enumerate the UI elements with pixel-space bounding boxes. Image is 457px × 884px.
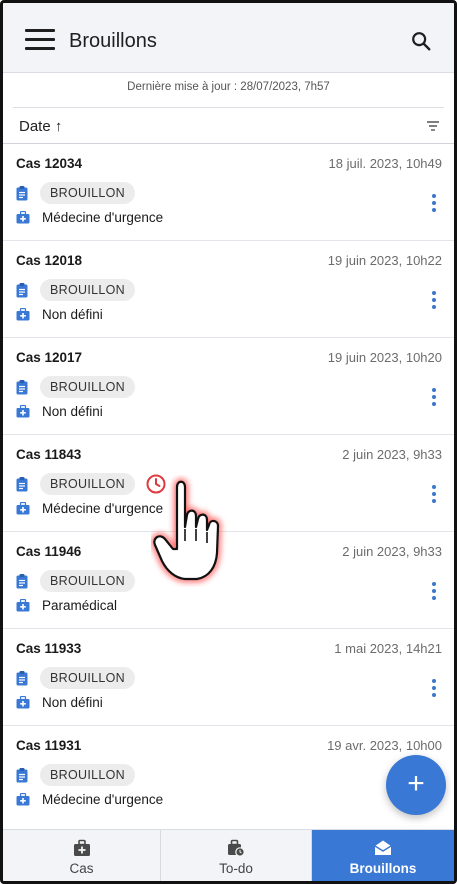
list-item[interactable]: Cas 12034 18 juil. 2023, 10h49 BROUILLON…: [3, 143, 454, 240]
list-item[interactable]: Cas 11946 2 juin 2023, 9h33 BROUILLON Pa…: [3, 531, 454, 628]
specialty-row: Non défini: [16, 404, 103, 419]
case-date: 1 mai 2023, 14h21: [334, 641, 442, 656]
medical-kit-icon: [16, 599, 30, 612]
list-item[interactable]: Cas 12017 19 juin 2023, 10h20 BROUILLON …: [3, 337, 454, 434]
list-item[interactable]: Cas 11931 19 avr. 2023, 10h00 BROUILLON …: [3, 725, 454, 822]
specialty-label: Non défini: [42, 404, 103, 419]
case-date: 2 juin 2023, 9h33: [342, 544, 442, 559]
specialty-row: Non défini: [16, 307, 103, 322]
search-icon[interactable]: [410, 30, 432, 52]
sort-by-date-button[interactable]: Date ↑: [19, 118, 62, 135]
status-badge: BROUILLON: [40, 570, 135, 592]
medical-kit-icon: [16, 405, 30, 418]
list-item[interactable]: Cas 12018 19 juin 2023, 10h22 BROUILLON …: [3, 240, 454, 337]
status-row: BROUILLON: [16, 473, 167, 495]
case-date: 2 juin 2023, 9h33: [342, 447, 442, 462]
sort-bar: Date ↑: [13, 107, 444, 140]
case-id: Cas 12018: [16, 253, 83, 268]
medical-kit-icon: [16, 696, 30, 709]
specialty-label: Médecine d'urgence: [42, 792, 164, 807]
clipboard-icon: [16, 767, 28, 782]
filter-icon[interactable]: [426, 120, 440, 132]
more-options-icon[interactable]: [432, 194, 438, 212]
app-bar: Brouillons: [3, 3, 454, 73]
specialty-row: Médecine d'urgence: [16, 501, 163, 516]
tab-cas[interactable]: Cas: [3, 830, 160, 881]
envelope-open-icon: [374, 839, 392, 857]
specialty-row: Non défini: [16, 695, 103, 710]
medical-kit-icon: [16, 502, 30, 515]
last-update-text: Dernière mise à jour : 28/07/2023, 7h57: [127, 81, 330, 93]
specialty-label: Paramédical: [42, 598, 118, 613]
clipboard-icon: [16, 670, 28, 685]
status-badge: BROUILLON: [40, 473, 135, 495]
more-options-icon[interactable]: [432, 679, 438, 697]
case-id: Cas 11933: [16, 641, 82, 656]
clipboard-icon: [16, 379, 28, 394]
page-title: Brouillons: [69, 30, 157, 52]
bottom-navigation: Cas To-do Brouillons: [3, 829, 454, 881]
status-badge: BROUILLON: [40, 182, 135, 204]
specialty-label: Médecine d'urgence: [42, 210, 164, 225]
more-options-icon[interactable]: [432, 485, 438, 503]
status-badge: BROUILLON: [40, 667, 135, 689]
status-row: BROUILLON: [16, 376, 135, 398]
status-badge: BROUILLON: [40, 279, 135, 301]
status-row: BROUILLON: [16, 667, 135, 689]
more-options-icon[interactable]: [432, 291, 438, 309]
clipboard-icon: [16, 282, 28, 297]
clipboard-icon: [16, 185, 28, 200]
case-id: Cas 11843: [16, 447, 82, 462]
add-case-button[interactable]: +: [386, 755, 446, 815]
specialty-row: Paramédical: [16, 598, 117, 613]
tab-todo[interactable]: To-do: [160, 830, 311, 881]
app-frame: Brouillons Dernière mise à jour : 28/07/…: [0, 0, 457, 884]
specialty-row: Médecine d'urgence: [16, 210, 163, 225]
kit-clock-icon: [227, 839, 245, 857]
case-id: Cas 11946: [16, 544, 82, 559]
status-row: BROUILLON: [16, 570, 135, 592]
specialty-label: Non défini: [42, 307, 103, 322]
medical-kit-icon: [16, 211, 30, 224]
specialty-label: Médecine d'urgence: [42, 501, 164, 516]
case-date: 19 juin 2023, 10h20: [327, 350, 442, 365]
list-item[interactable]: Cas 11843 2 juin 2023, 9h33 BROUILLON Mé…: [3, 434, 454, 531]
specialty-row: Médecine d'urgence: [16, 792, 163, 807]
tab-label: Cas: [69, 861, 94, 876]
case-id: Cas 11931: [16, 738, 82, 753]
case-id: Cas 12034: [16, 156, 83, 171]
tab-brouillons[interactable]: Brouillons: [311, 830, 454, 881]
status-row: BROUILLON: [16, 279, 135, 301]
drafts-list: Cas 12034 18 juil. 2023, 10h49 BROUILLON…: [3, 143, 454, 822]
case-date: 18 juil. 2023, 10h49: [328, 156, 442, 171]
status-badge: BROUILLON: [40, 764, 135, 786]
clock-alert-icon[interactable]: [145, 473, 167, 495]
specialty-label: Non défini: [42, 695, 103, 710]
status-row: BROUILLON: [16, 764, 135, 786]
case-date: 19 avr. 2023, 10h00: [327, 738, 442, 753]
tab-label: Brouillons: [349, 861, 417, 876]
more-options-icon[interactable]: [432, 388, 438, 406]
more-options-icon[interactable]: [432, 582, 438, 600]
status-badge: BROUILLON: [40, 376, 135, 398]
clipboard-icon: [16, 476, 28, 491]
tab-label: To-do: [219, 861, 253, 876]
hamburger-menu-icon[interactable]: [25, 29, 55, 51]
medical-kit-icon: [73, 839, 91, 857]
medical-kit-icon: [16, 793, 30, 806]
list-item[interactable]: Cas 11933 1 mai 2023, 14h21 BROUILLON No…: [3, 628, 454, 725]
medical-kit-icon: [16, 308, 30, 321]
status-row: BROUILLON: [16, 182, 135, 204]
clipboard-icon: [16, 573, 28, 588]
case-id: Cas 12017: [16, 350, 83, 365]
case-date: 19 juin 2023, 10h22: [327, 253, 442, 268]
